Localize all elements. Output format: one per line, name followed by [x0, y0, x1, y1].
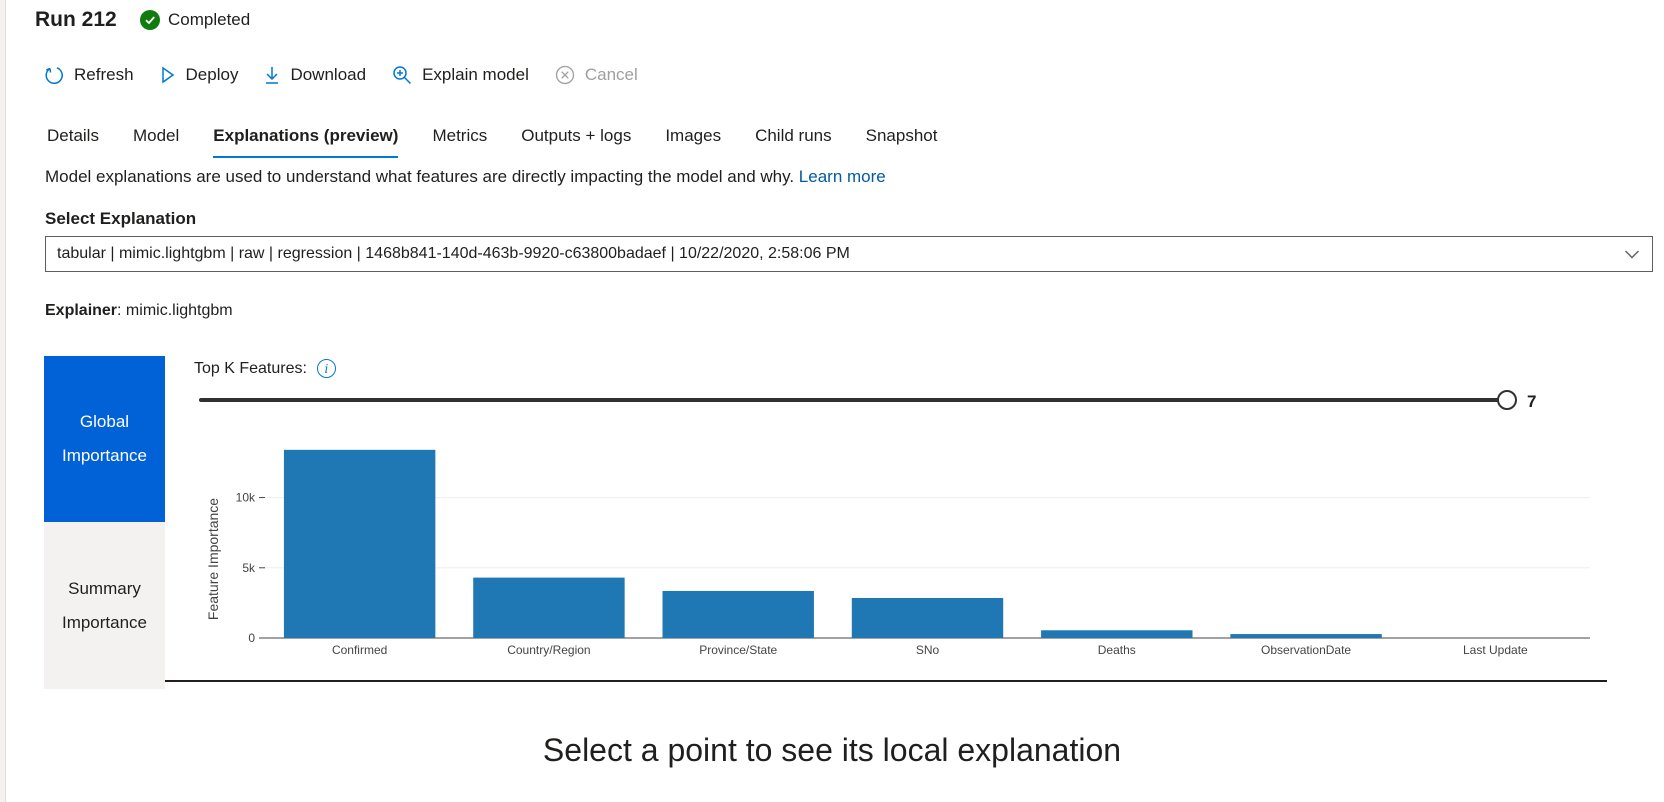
dropdown-selected-value: tabular | mimic.lightgbm | raw | regress… [57, 245, 850, 262]
tab-snapshot[interactable]: Snapshot [866, 126, 938, 158]
description-text: Model explanations are used to understan… [45, 167, 799, 186]
chart-bottom-border [165, 680, 1607, 682]
bar[interactable] [851, 597, 1004, 638]
play-icon [160, 66, 176, 84]
explanations-description: Model explanations are used to understan… [45, 167, 886, 187]
run-status: Completed [140, 10, 250, 30]
explain-model-button[interactable]: Explain model [392, 65, 529, 85]
explanation-dropdown[interactable]: tabular | mimic.lightgbm | raw | regress… [45, 236, 1653, 272]
tab-metrics[interactable]: Metrics [432, 126, 487, 158]
x-tick-label: Country/Region [507, 643, 590, 657]
select-explanation-label: Select Explanation [45, 209, 197, 228]
deploy-button[interactable]: Deploy [160, 65, 239, 85]
learn-more-link[interactable]: Learn more [799, 167, 886, 186]
deploy-label: Deploy [185, 65, 239, 84]
x-tick-label: ObservationDate [1261, 643, 1351, 657]
bar[interactable] [1041, 630, 1193, 638]
explain-model-label: Explain model [422, 65, 529, 84]
bar[interactable] [473, 577, 625, 638]
explainer-value: mimic.lightgbm [121, 302, 233, 319]
top-k-slider-thumb[interactable] [1497, 390, 1517, 410]
tab-model[interactable]: Model [133, 126, 179, 158]
y-tick-label: 10k [236, 491, 256, 505]
cancel-button[interactable]: Cancel [555, 65, 638, 85]
download-icon [264, 65, 280, 85]
y-tick-label: 5k [242, 561, 256, 575]
toolbar: Refresh Deploy Download Explain model Ca… [44, 60, 664, 90]
info-icon[interactable]: i [316, 359, 336, 378]
tab-child-runs[interactable]: Child runs [755, 126, 832, 158]
x-tick-label: Last Update [1463, 643, 1528, 657]
summary-importance-label: Summary Importance [61, 578, 148, 632]
download-button[interactable]: Download [264, 65, 366, 85]
x-tick-label: Province/State [699, 643, 777, 657]
x-tick-label: Confirmed [332, 643, 387, 657]
tab-outputs-logs[interactable]: Outputs + logs [521, 126, 631, 158]
run-title: Run 212 [35, 8, 117, 31]
tab-explanations[interactable]: Explanations (preview) [213, 126, 399, 158]
bar[interactable] [283, 449, 436, 638]
local-explanation-message: Select a point to see its local explanat… [542, 732, 1122, 768]
status-label: Completed [168, 10, 251, 29]
top-k-slider-track[interactable] [199, 398, 1506, 402]
explainer-info: Explainer: mimic.lightgbm [45, 302, 233, 319]
top-k-label: Top K Features: [194, 359, 307, 377]
left-rail [0, 0, 6, 802]
chevron-down-icon [1624, 247, 1640, 265]
feature-importance-chart[interactable]: 0 5k 10k Confirmed Country/Region Province/St… [165, 430, 1607, 680]
y-tick-label: 0 [248, 631, 255, 645]
x-tick-label: Deaths [1098, 643, 1136, 657]
zoom-in-icon [392, 65, 412, 85]
cancel-circle-icon [555, 65, 575, 85]
tab-details[interactable]: Details [47, 126, 99, 158]
refresh-label: Refresh [74, 65, 134, 84]
check-circle-icon [140, 10, 160, 30]
refresh-button[interactable]: Refresh [44, 65, 134, 85]
tab-images[interactable]: Images [665, 126, 721, 158]
global-importance-tab[interactable]: Global Importance [44, 356, 165, 522]
explainer-label: Explainer [45, 302, 118, 319]
cancel-label: Cancel [584, 65, 638, 84]
refresh-icon [44, 65, 64, 85]
top-k-value: 7 [1527, 392, 1537, 411]
download-label: Download [290, 65, 367, 84]
x-tick-label: SNo [916, 643, 940, 657]
bar[interactable] [662, 590, 814, 638]
top-k-features: Top K Features: i [194, 359, 336, 378]
bar[interactable] [1230, 634, 1382, 638]
summary-importance-tab[interactable]: Summary Importance [44, 522, 165, 689]
global-importance-label: Global Importance [61, 412, 148, 465]
y-axis-label: Feature Importance [205, 498, 221, 620]
tab-bar: Details Model Explanations (preview) Met… [47, 126, 971, 158]
